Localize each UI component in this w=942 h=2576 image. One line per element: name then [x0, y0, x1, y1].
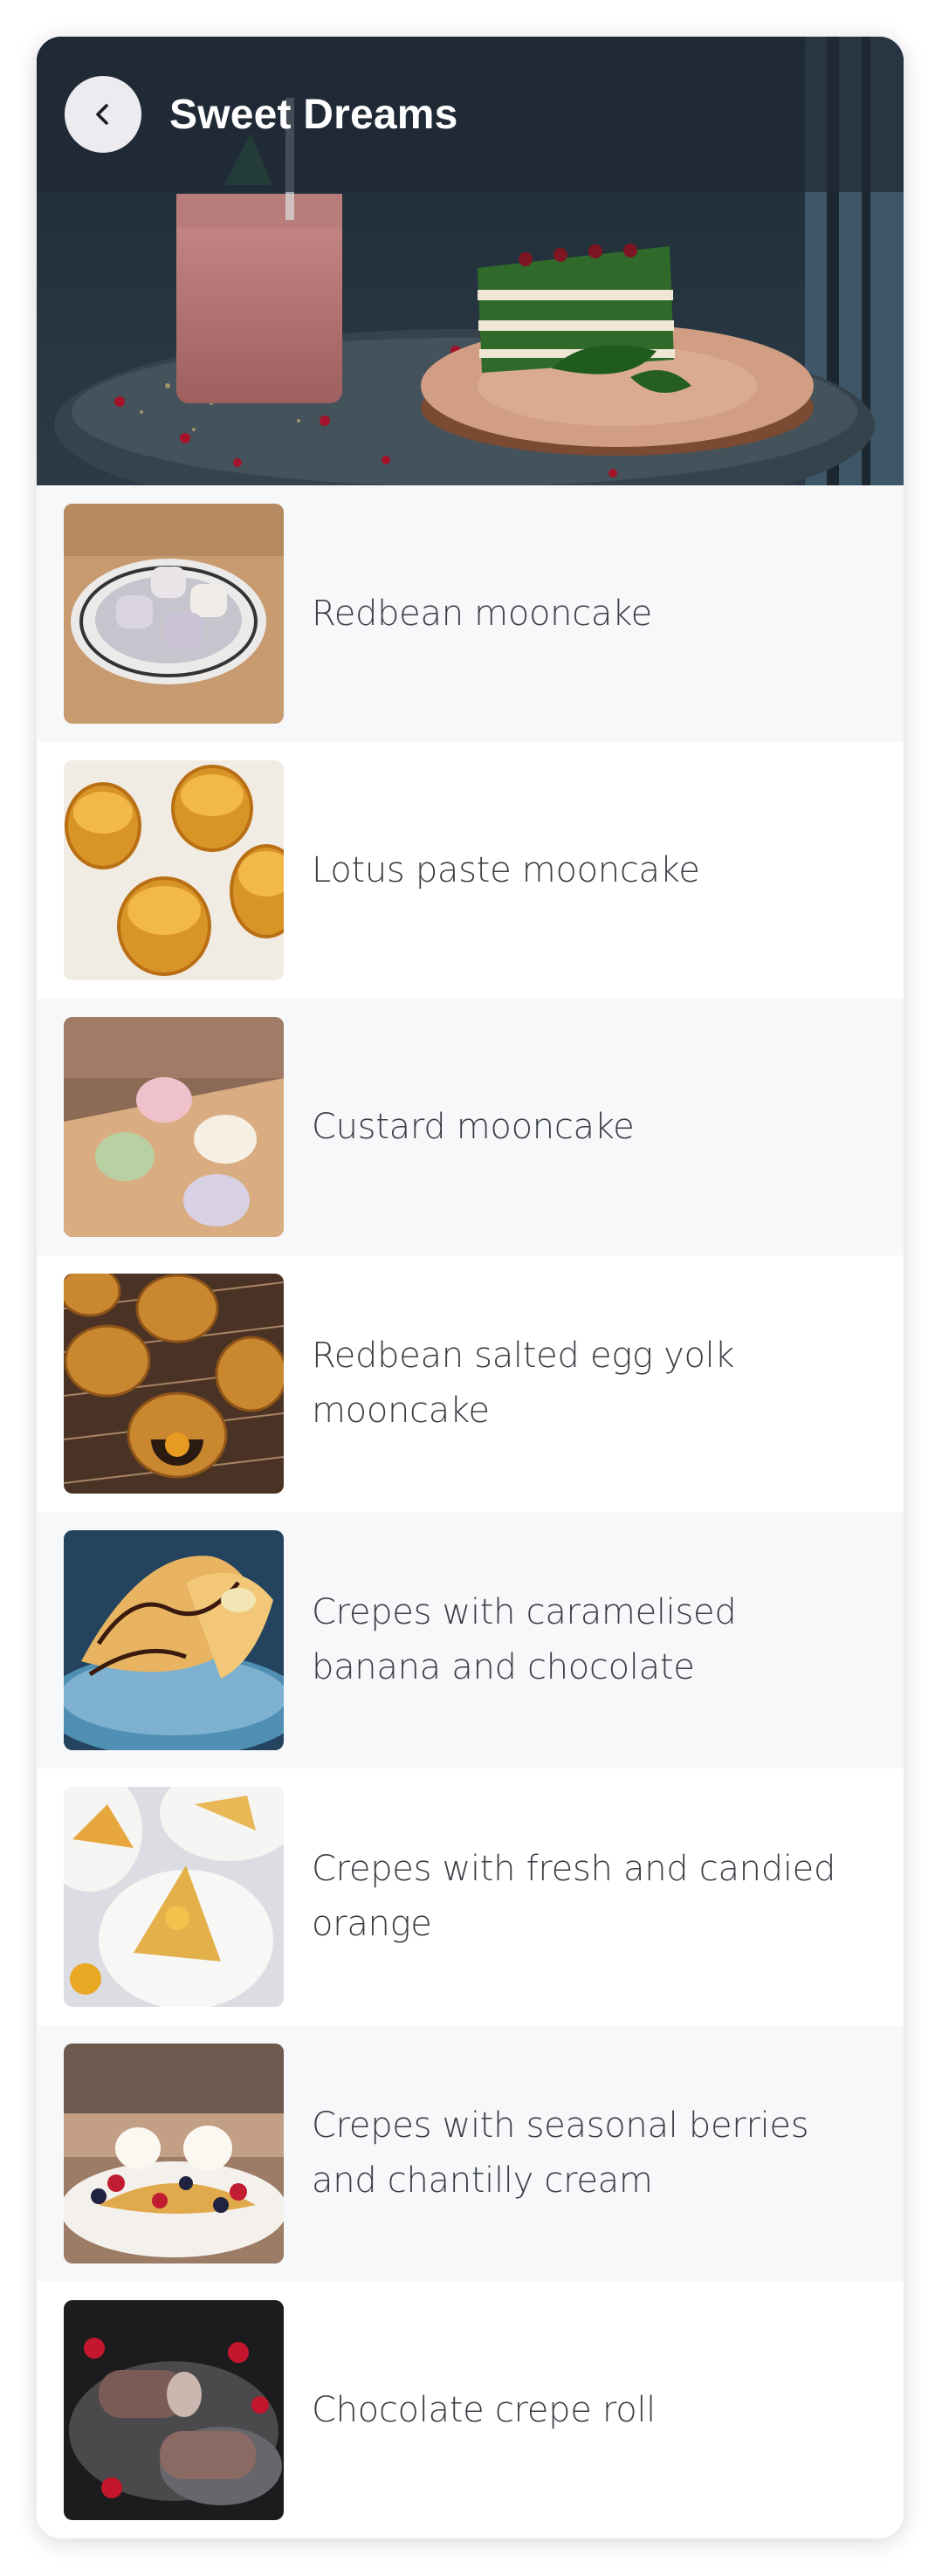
- item-label: Redbean mooncake: [312, 593, 652, 634]
- item-label: Crepes with seasonal berries and chantil…: [312, 2105, 809, 2201]
- recipe-card: Sweet Dreams Redbean mooncake Lotus past…: [37, 37, 904, 2538]
- item-label: Redbean salted egg yolk mooncake: [312, 1336, 735, 1431]
- app-bar: Sweet Dreams: [37, 37, 904, 192]
- hero-image: Sweet Dreams: [37, 37, 904, 485]
- thumbnail-image: [64, 504, 284, 724]
- list-item[interactable]: Chocolate crepe roll: [37, 2282, 904, 2538]
- page-title: Sweet Dreams: [169, 91, 458, 138]
- list-item[interactable]: Redbean salted egg yolk mooncake: [37, 1255, 904, 1512]
- thumbnail-image: [64, 1530, 284, 1750]
- thumbnail-image: [64, 1017, 284, 1237]
- thumbnail-image: [64, 1787, 284, 2007]
- item-label: Crepes with fresh and candied orange: [312, 1849, 836, 1944]
- thumbnail-image: [64, 2044, 284, 2263]
- back-button[interactable]: [65, 76, 141, 153]
- thumbnail-image: [64, 760, 284, 980]
- item-label: Lotus paste mooncake: [312, 849, 700, 890]
- list-item[interactable]: Custard mooncake: [37, 999, 904, 1255]
- list-item[interactable]: Redbean mooncake: [37, 485, 904, 742]
- thumbnail-image: [64, 1274, 284, 1494]
- list-item[interactable]: Crepes with fresh and candied orange: [37, 1769, 904, 2025]
- list-item[interactable]: Crepes with caramelised banana and choco…: [37, 1512, 904, 1769]
- thumbnail-image: [64, 2300, 284, 2520]
- item-label: Custard mooncake: [312, 1106, 635, 1147]
- item-label: Chocolate crepe roll: [312, 2389, 657, 2430]
- chevron-left-icon: [96, 104, 108, 125]
- dessert-list: Redbean mooncake Lotus paste mooncake Cu…: [37, 485, 904, 2538]
- list-item[interactable]: Lotus paste mooncake: [37, 742, 904, 999]
- item-label: Crepes with caramelised banana and choco…: [312, 1592, 737, 1687]
- list-item[interactable]: Crepes with seasonal berries and chantil…: [37, 2025, 904, 2282]
